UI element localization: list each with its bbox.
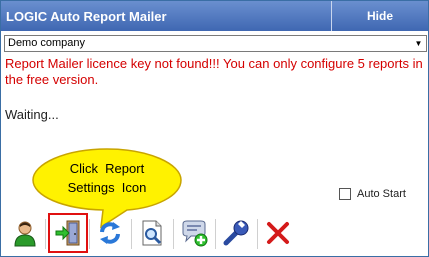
licence-warning: Report Mailer licence key not found!!! Y… xyxy=(5,56,423,87)
auto-start-checkbox[interactable] xyxy=(339,188,351,200)
window-title: LOGIC Auto Report Mailer xyxy=(6,9,167,24)
add-message-button[interactable] xyxy=(176,215,212,251)
toolbar-separator xyxy=(45,219,46,249)
status-text: Waiting... xyxy=(5,107,59,122)
close-icon xyxy=(267,222,289,244)
title-bar: LOGIC Auto Report Mailer Hide xyxy=(1,1,428,31)
report-settings-icon xyxy=(55,220,80,246)
close-button[interactable] xyxy=(260,215,296,251)
user-icon xyxy=(14,221,36,247)
wrench-icon xyxy=(223,220,249,246)
toolbar-separator xyxy=(173,219,174,249)
auto-start-option[interactable]: Auto Start xyxy=(339,188,406,200)
toolbar-separator xyxy=(131,219,132,249)
toolbar xyxy=(1,211,428,256)
company-dropdown[interactable]: Demo company ▼ xyxy=(4,35,427,52)
preview-button[interactable] xyxy=(134,215,170,251)
user-button[interactable] xyxy=(7,215,43,251)
toolbar-separator xyxy=(257,219,258,249)
app-window: LOGIC Auto Report Mailer Hide Demo compa… xyxy=(0,0,429,257)
toolbar-separator xyxy=(215,219,216,249)
wrench-button[interactable] xyxy=(218,215,254,251)
report-settings-button[interactable] xyxy=(50,215,86,251)
hide-button[interactable]: Hide xyxy=(331,1,428,31)
auto-start-label: Auto Start xyxy=(357,188,406,200)
refresh-button[interactable] xyxy=(92,215,128,251)
preview-icon xyxy=(142,220,162,246)
toolbar-separator xyxy=(89,219,90,249)
chevron-down-icon[interactable]: ▼ xyxy=(411,36,426,51)
refresh-icon xyxy=(100,222,120,244)
add-message-icon xyxy=(182,220,208,247)
callout-line-1: Click Report xyxy=(69,161,145,176)
company-selected-value: Demo company xyxy=(8,37,86,49)
callout-line-2: Settings Icon xyxy=(67,180,147,195)
